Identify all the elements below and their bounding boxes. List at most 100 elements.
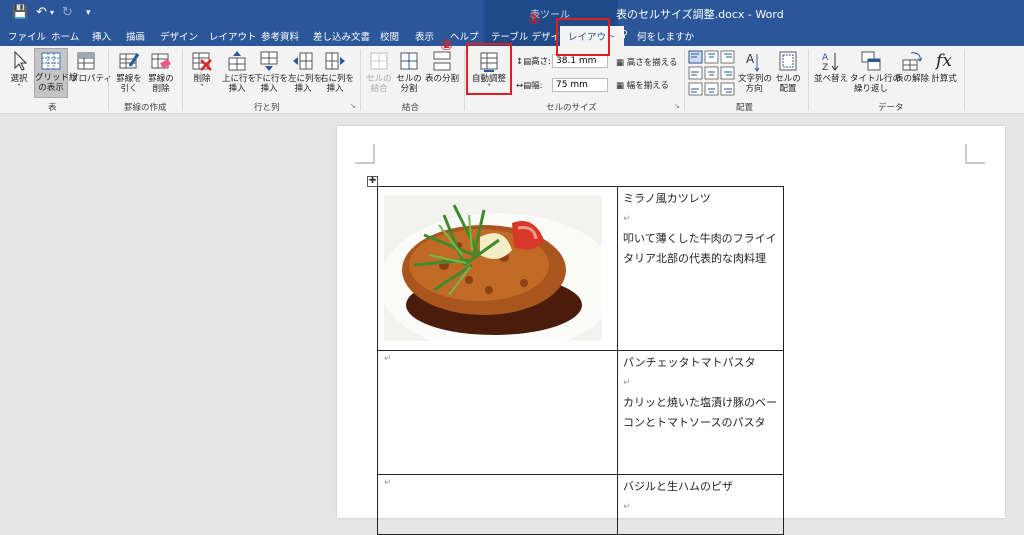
delete-button[interactable]: 削除 ˇ — [188, 50, 216, 94]
group-label-data: データ — [878, 103, 904, 113]
gridlines-icon — [41, 52, 61, 70]
convert-to-text-button[interactable]: 表の解除 — [894, 50, 930, 84]
description-cell[interactable]: バジルと生ハムのピザ ↵ — [617, 474, 784, 535]
group-label-merge: 結合 — [402, 103, 420, 113]
split-cells-icon — [400, 52, 418, 70]
redo-icon[interactable]: ↻ — [62, 5, 73, 21]
split-cells-button[interactable]: セルの 分割 — [396, 50, 422, 94]
group-label-rows-cols: 行と列 — [254, 103, 280, 113]
tab-review[interactable]: 校閲 — [380, 29, 399, 43]
cell-margins-button[interactable]: セルの 配置 — [774, 50, 802, 94]
tab-home[interactable]: ホーム — [51, 29, 79, 43]
insert-below-button[interactable]: 下に行を 挿入 — [254, 50, 288, 94]
text-direction-icon: A — [746, 52, 760, 72]
tab-file[interactable]: ファイル — [8, 29, 46, 43]
formula-button[interactable]: fx 計算式 — [930, 50, 958, 84]
height-label: ↕▤高さ: — [516, 57, 552, 67]
tab-references[interactable]: 参考資料 — [261, 29, 299, 43]
insert-right-button[interactable]: 右に列を 挿入 — [320, 50, 354, 94]
row-height-icon: ↕▤ — [516, 57, 532, 67]
distribute-columns-button[interactable]: ▦ 幅を揃える — [616, 79, 669, 91]
distribute-rows-icon: ▦ — [616, 58, 625, 68]
sort-button[interactable]: AZ 並べ替え — [814, 50, 848, 84]
properties-icon — [77, 52, 95, 70]
svg-text:Z: Z — [822, 63, 828, 72]
dish-title: バジルと生ハムのピザ — [623, 480, 733, 493]
milanese-cutlet-image — [384, 195, 602, 341]
sort-icon: AZ — [822, 53, 839, 72]
ribbon-tabs: ファイル ホーム 挿入 描画 デザイン レイアウト 参考資料 差し込み文書 校閲… — [0, 26, 1024, 46]
annotation-box-autofit — [466, 43, 512, 95]
cutlet-photo — [384, 195, 602, 341]
customize-qat-icon[interactable]: ▾ — [86, 5, 91, 21]
draw-table-button[interactable]: 罫線を 引く — [114, 50, 144, 94]
tab-design[interactable]: デザイン — [160, 29, 198, 43]
gridlines-button[interactable]: グリッド線 の表示 — [34, 48, 78, 98]
insert-left-icon — [293, 52, 313, 70]
dish-description: カリッと焼いた塩漬け豚のベーコンとトマトソースのパスタ — [623, 396, 777, 429]
paragraph-mark: ↵ — [384, 478, 392, 488]
column-width-icon: ↔▤ — [516, 81, 532, 91]
paragraph-mark: ↵ — [384, 354, 392, 364]
column-width-input[interactable]: 75 mm — [552, 78, 608, 92]
alignment-grid — [688, 50, 736, 98]
svg-text:A: A — [746, 52, 755, 66]
dish-title: ミラノ風カツレツ — [623, 192, 711, 205]
insert-below-icon — [260, 51, 278, 71]
distribute-columns-icon: ▦ — [616, 81, 625, 91]
image-cell[interactable] — [377, 186, 618, 351]
distribute-rows-button[interactable]: ▦ 高さを揃える — [616, 56, 677, 68]
repeat-header-icon — [861, 51, 881, 71]
image-cell[interactable]: ↵ — [377, 350, 618, 475]
tab-layout-page[interactable]: レイアウト — [209, 29, 257, 43]
group-label-table: 表 — [48, 103, 57, 113]
pencil-table-icon — [119, 53, 140, 69]
insert-above-icon — [228, 51, 246, 71]
undo-icon[interactable]: ↶ — [36, 5, 47, 21]
properties-button[interactable]: プロパティ — [70, 50, 112, 84]
paragraph-mark: ↵ — [623, 214, 631, 224]
menu-table: ミラノ風カツレツ ↵ 叩いて薄くした牛肉のフライイタリア北部の代表的な肉料理 ↵… — [377, 186, 784, 535]
row-height-input[interactable]: 38.1 mm — [552, 54, 608, 68]
insert-above-button[interactable]: 上に行を 挿入 — [222, 50, 256, 94]
merge-cells-button[interactable]: セルの 結合 — [366, 50, 392, 94]
select-button[interactable]: 選択 ˇ — [6, 50, 32, 94]
merge-cells-icon — [370, 52, 388, 70]
text-direction-button[interactable]: A 文字列の 方向 — [738, 50, 772, 94]
eraser-button[interactable]: 罫線の 削除 — [146, 50, 176, 94]
alignment-icons[interactable] — [688, 50, 736, 98]
group-label-borders: 罫線の作成 — [124, 103, 167, 113]
insert-left-button[interactable]: 左に列を 挿入 — [288, 50, 322, 94]
save-icon[interactable]: 💾 — [12, 5, 28, 21]
ribbon: 選択 ˇ グリッド線 の表示 プロパティ 罫線を 引く 罫線の 削除 削除 ˇ 上に行を挿… — [0, 46, 1024, 114]
image-cell[interactable]: ↵ — [377, 474, 618, 535]
table-row: ↵ バジルと生ハムのピザ ↵ — [377, 474, 784, 535]
tab-draw[interactable]: 描画 — [126, 29, 145, 43]
split-table-button[interactable]: 表の分割 — [424, 50, 460, 84]
tab-help[interactable]: ヘルプ — [450, 29, 479, 43]
dish-description: 叩いて薄くした牛肉のフライイタリア北部の代表的な肉料理 — [623, 232, 777, 265]
svg-text:A: A — [822, 53, 829, 63]
tell-me-icon[interactable]: ⚲ — [621, 29, 628, 40]
tab-insert[interactable]: 挿入 — [92, 29, 111, 43]
description-cell[interactable]: ミラノ風カツレツ ↵ 叩いて薄くした牛肉のフライイタリア北部の代表的な肉料理 — [617, 186, 784, 351]
cell-size-launcher-icon[interactable]: ↘ — [674, 102, 680, 110]
group-label-cell-size: セルのサイズ — [546, 103, 597, 113]
dish-title: パンチェッタトマトパスタ — [623, 356, 756, 369]
table-row: ミラノ風カツレツ ↵ 叩いて薄くした牛肉のフライイタリア北部の代表的な肉料理 — [377, 186, 784, 351]
repeat-header-button[interactable]: タイトル行の 繰り返し — [850, 50, 901, 94]
tab-view[interactable]: 表示 — [415, 29, 434, 43]
description-cell[interactable]: パンチェッタトマトパスタ ↵ カリッと焼いた塩漬け豚のベーコンとトマトソースのパ… — [617, 350, 784, 475]
annotation-number-1: ① — [528, 10, 541, 28]
undo-dropdown-icon[interactable]: ▾ — [50, 5, 54, 21]
document-title: 表のセルサイズ調整.docx - Word — [616, 8, 784, 21]
convert-to-text-icon — [902, 52, 923, 71]
title-bar: 💾 ↶ ▾ ↻ ▾ 表ツール 表のセルサイズ調整.docx - Word — [0, 0, 1024, 26]
eraser-icon — [151, 53, 171, 69]
cell-margins-icon — [779, 51, 797, 71]
insert-right-icon — [325, 52, 345, 70]
formula-icon: fx — [936, 51, 952, 71]
tab-mailings[interactable]: 差し込み文書 — [313, 29, 370, 43]
tell-me-search[interactable]: 何をしますか — [637, 29, 694, 43]
rows-cols-launcher-icon[interactable]: ↘ — [350, 102, 356, 110]
